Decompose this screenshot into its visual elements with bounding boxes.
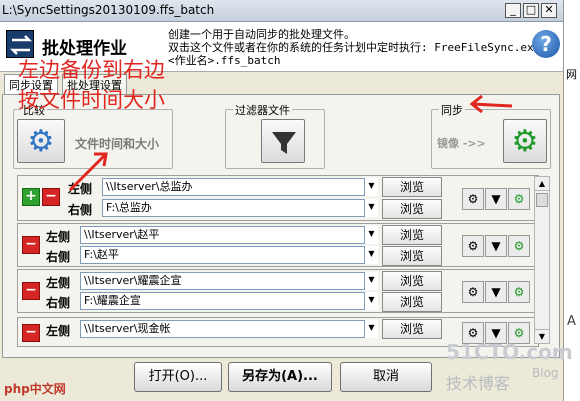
gear-icon: ⚙	[27, 124, 55, 159]
remove-folder-pair-button[interactable]: −	[22, 282, 40, 300]
browse-button[interactable]: 浏览	[382, 246, 442, 266]
title-bar: L:\SyncSettings20130109.ffs_batch _ □ ✕	[0, 0, 563, 22]
scroll-up-arrow-icon[interactable]: ▲	[535, 177, 549, 191]
filter-group-label: 过滤器文件	[233, 102, 292, 118]
funnel-icon[interactable]: ▼	[485, 188, 507, 210]
sync-settings-button[interactable]: ⚙	[503, 119, 547, 163]
browse-button[interactable]: 浏览	[382, 177, 442, 197]
minimize-button[interactable]: _	[505, 3, 521, 18]
left-folder-input[interactable]: \\Itserver\现金帐	[80, 320, 378, 338]
header-description: <作业名>.ffs_batch	[168, 54, 281, 67]
help-icon[interactable]: ?	[532, 30, 560, 58]
right-side-label: 右侧	[46, 250, 71, 264]
sync-method-value: 镜像 ->>	[437, 137, 486, 150]
funnel-icon	[272, 132, 296, 154]
cancel-button[interactable]: 取消	[340, 362, 432, 392]
folder-pair: − 左侧 右侧 \\Itserver\耀震企宣 ▼ F:\耀震企宣 ▼ 浏览 浏…	[17, 269, 539, 313]
chevron-down-icon[interactable]: ▼	[364, 272, 378, 290]
gear-icon[interactable]: ⚙	[462, 188, 484, 210]
right-folder-input[interactable]: F:\赵平	[80, 246, 378, 264]
gear-icon[interactable]: ⚙	[462, 235, 484, 257]
annotation-arrow-icon	[68, 152, 108, 192]
browse-button[interactable]: 浏览	[382, 319, 442, 339]
chevron-down-icon[interactable]: ▼	[364, 226, 378, 244]
annotation-arrow-icon	[469, 94, 513, 114]
chevron-down-icon[interactable]: ▼	[364, 246, 378, 264]
left-side-label: 左侧	[46, 324, 71, 338]
background-text: 网	[566, 68, 577, 81]
right-folder-input[interactable]: F:\总监办	[102, 199, 378, 217]
filter-settings-button[interactable]	[261, 119, 305, 163]
browse-button[interactable]: 浏览	[382, 199, 442, 219]
remove-folder-pair-button[interactable]: −	[22, 324, 40, 342]
maximize-button[interactable]: □	[523, 3, 539, 18]
remove-folder-pair-button[interactable]: −	[22, 236, 40, 254]
chevron-down-icon[interactable]: ▼	[364, 292, 378, 310]
folder-pair: − 左侧 右侧 \\Itserver\赵平 ▼ F:\赵平 ▼ 浏览 浏览 ⚙ …	[17, 223, 539, 267]
left-folder-input[interactable]: \\Itserver\赵平	[80, 226, 378, 244]
funnel-icon[interactable]: ▼	[485, 235, 507, 257]
right-folder-input[interactable]: F:\耀震企宣	[80, 292, 378, 310]
compare-settings-button[interactable]: ⚙	[17, 119, 65, 163]
left-side-label: 左侧	[46, 230, 71, 244]
chevron-down-icon[interactable]: ▼	[364, 178, 378, 196]
right-side-label: 右侧	[46, 296, 71, 310]
browse-button[interactable]: 浏览	[382, 271, 442, 291]
annotation-text: 按文件时间大小	[18, 88, 165, 112]
green-gear-icon[interactable]: ⚙	[508, 188, 530, 210]
chevron-down-icon[interactable]: ▼	[364, 199, 378, 217]
remove-folder-pair-button[interactable]: −	[42, 188, 60, 206]
watermark-blog: 技术博客	[446, 374, 511, 393]
close-button[interactable]: ✕	[541, 3, 557, 18]
left-side-label: 左侧	[46, 276, 71, 290]
watermark-site: 51CTO.com	[446, 340, 573, 364]
green-gear-icon[interactable]: ⚙	[508, 281, 530, 303]
window-title: L:\SyncSettings20130109.ffs_batch	[2, 3, 215, 17]
browse-button[interactable]: 浏览	[382, 292, 442, 312]
add-folder-pair-button[interactable]: +	[22, 188, 40, 206]
chevron-down-icon[interactable]: ▼	[364, 320, 378, 338]
scroll-thumb[interactable]	[536, 193, 548, 207]
funnel-icon[interactable]: ▼	[485, 281, 507, 303]
left-folder-input[interactable]: \\Itserver\耀震企宣	[80, 272, 378, 290]
green-gear-icon: ⚙	[511, 124, 539, 159]
watermark-brand: php中文网	[4, 382, 66, 396]
watermark-blog-tag: Blog	[532, 366, 559, 380]
open-button[interactable]: 打开(O)...	[134, 362, 222, 392]
save-as-button[interactable]: 另存为(A)...	[228, 362, 332, 392]
background-text: A	[567, 314, 576, 329]
left-folder-input[interactable]: \\Itserver\总监办	[102, 178, 378, 196]
right-side-label: 右侧	[68, 203, 93, 217]
sync-settings-panel: 比较 ⚙ 文件时间和大小 过滤器文件 同步 镜像 ->> ⚙ + − 左侧 右侧…	[2, 94, 560, 358]
gear-icon[interactable]: ⚙	[462, 281, 484, 303]
green-gear-icon[interactable]: ⚙	[508, 235, 530, 257]
browse-button[interactable]: 浏览	[382, 225, 442, 245]
annotation-text: 左边备份到右边	[18, 58, 165, 82]
folder-pairs-scrollbar[interactable]: ▲ ▼	[534, 176, 550, 344]
